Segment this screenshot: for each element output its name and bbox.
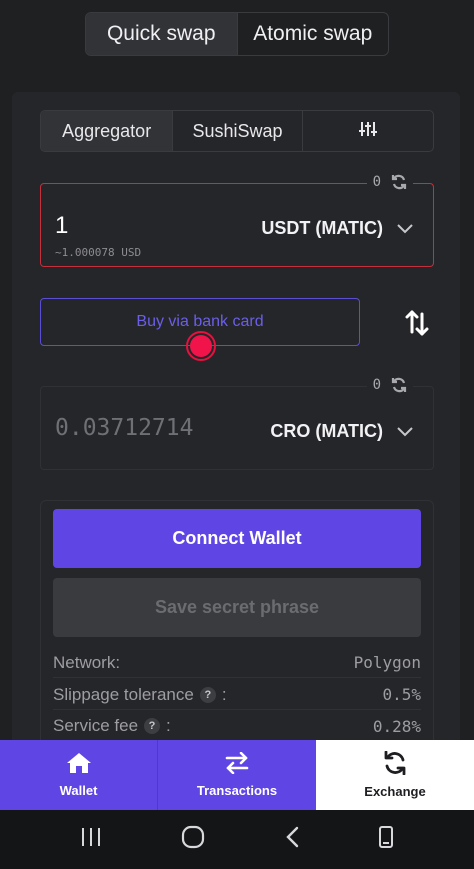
- rotate-phone-icon[interactable]: [378, 825, 394, 854]
- from-balance: 0: [366, 174, 413, 190]
- from-amount-input[interactable]: 1: [55, 212, 68, 240]
- settings-sliders-icon: [358, 121, 377, 142]
- network-value: Polygon: [353, 653, 421, 672]
- help-icon[interactable]: ?: [144, 718, 161, 734]
- from-usd-value: ~1.000078 USD: [55, 246, 142, 259]
- slippage-suffix: :: [221, 684, 227, 704]
- from-token-select[interactable]: USDT (MATIC): [261, 218, 413, 239]
- refresh-balance-icon[interactable]: [391, 377, 407, 393]
- save-secret-phrase-button[interactable]: Save secret phrase: [53, 578, 421, 637]
- to-token-label: CRO (MATIC): [270, 421, 383, 441]
- back-icon[interactable]: [285, 826, 299, 853]
- service-fee-suffix: :: [166, 716, 171, 735]
- nav-wallet[interactable]: Wallet: [0, 740, 157, 810]
- help-icon[interactable]: ?: [199, 686, 216, 703]
- service-fee-row: Service fee ? : 0.28%: [53, 711, 421, 741]
- network-label: Network:: [53, 652, 121, 672]
- swap-mode-switch: Quick swap Atomic swap: [85, 12, 389, 56]
- swap-direction-icon[interactable]: [404, 308, 430, 338]
- to-amount-output[interactable]: 0.03712714: [55, 415, 193, 441]
- refresh-balance-icon[interactable]: [391, 174, 407, 190]
- chevron-down-icon: [397, 421, 413, 442]
- tab-sushiswap[interactable]: SushiSwap: [172, 111, 301, 151]
- nav-transactions[interactable]: Transactions: [157, 740, 316, 810]
- recent-apps-icon[interactable]: [80, 827, 102, 852]
- to-balance-value: 0: [372, 377, 381, 393]
- slippage-row: Slippage tolerance ? : 0.5%: [53, 680, 421, 710]
- tab-aggregator[interactable]: Aggregator: [41, 111, 173, 151]
- from-amount-box[interactable]: 0 1 ~1.000078 USD USDT (MATIC): [40, 174, 434, 267]
- home-icon: [66, 752, 92, 777]
- system-navigation-bar: [0, 810, 474, 869]
- service-fee-label: Service fee: [53, 716, 139, 735]
- nav-exchange-label: Exchange: [364, 784, 426, 799]
- nav-exchange[interactable]: Exchange: [316, 740, 474, 810]
- touch-indicator: [186, 331, 216, 361]
- tab-quick-swap[interactable]: Quick swap: [86, 13, 237, 55]
- source-tabs: Aggregator SushiSwap: [40, 110, 434, 152]
- nav-wallet-label: Wallet: [59, 783, 98, 798]
- chevron-down-icon: [397, 218, 413, 239]
- connect-wallet-button[interactable]: Connect Wallet: [53, 509, 421, 568]
- home-circle-icon[interactable]: [181, 825, 205, 854]
- bottom-nav: Wallet Transactions Exchange: [0, 740, 474, 810]
- slippage-label-group: Slippage tolerance ? :: [53, 685, 227, 705]
- from-token-label: USDT (MATIC): [261, 218, 383, 238]
- to-balance: 0: [366, 377, 413, 393]
- settings-button[interactable]: [301, 111, 433, 151]
- from-balance-value: 0: [372, 174, 381, 190]
- nav-transactions-label: Transactions: [196, 783, 278, 798]
- slippage-value: 0.5%: [382, 685, 421, 704]
- network-row: Network: Polygon: [53, 648, 421, 678]
- to-amount-box[interactable]: 0 0.03712714 CRO (MATIC): [40, 377, 434, 470]
- slippage-label: Slippage tolerance: [53, 684, 194, 704]
- service-fee-value: 0.28%: [372, 716, 421, 736]
- service-fee-label-group: Service fee ? :: [53, 716, 171, 736]
- tab-atomic-swap[interactable]: Atomic swap: [236, 13, 389, 55]
- arrows-exchange-icon: [224, 751, 250, 777]
- to-token-select[interactable]: CRO (MATIC): [270, 421, 413, 442]
- refresh-icon: [383, 750, 407, 778]
